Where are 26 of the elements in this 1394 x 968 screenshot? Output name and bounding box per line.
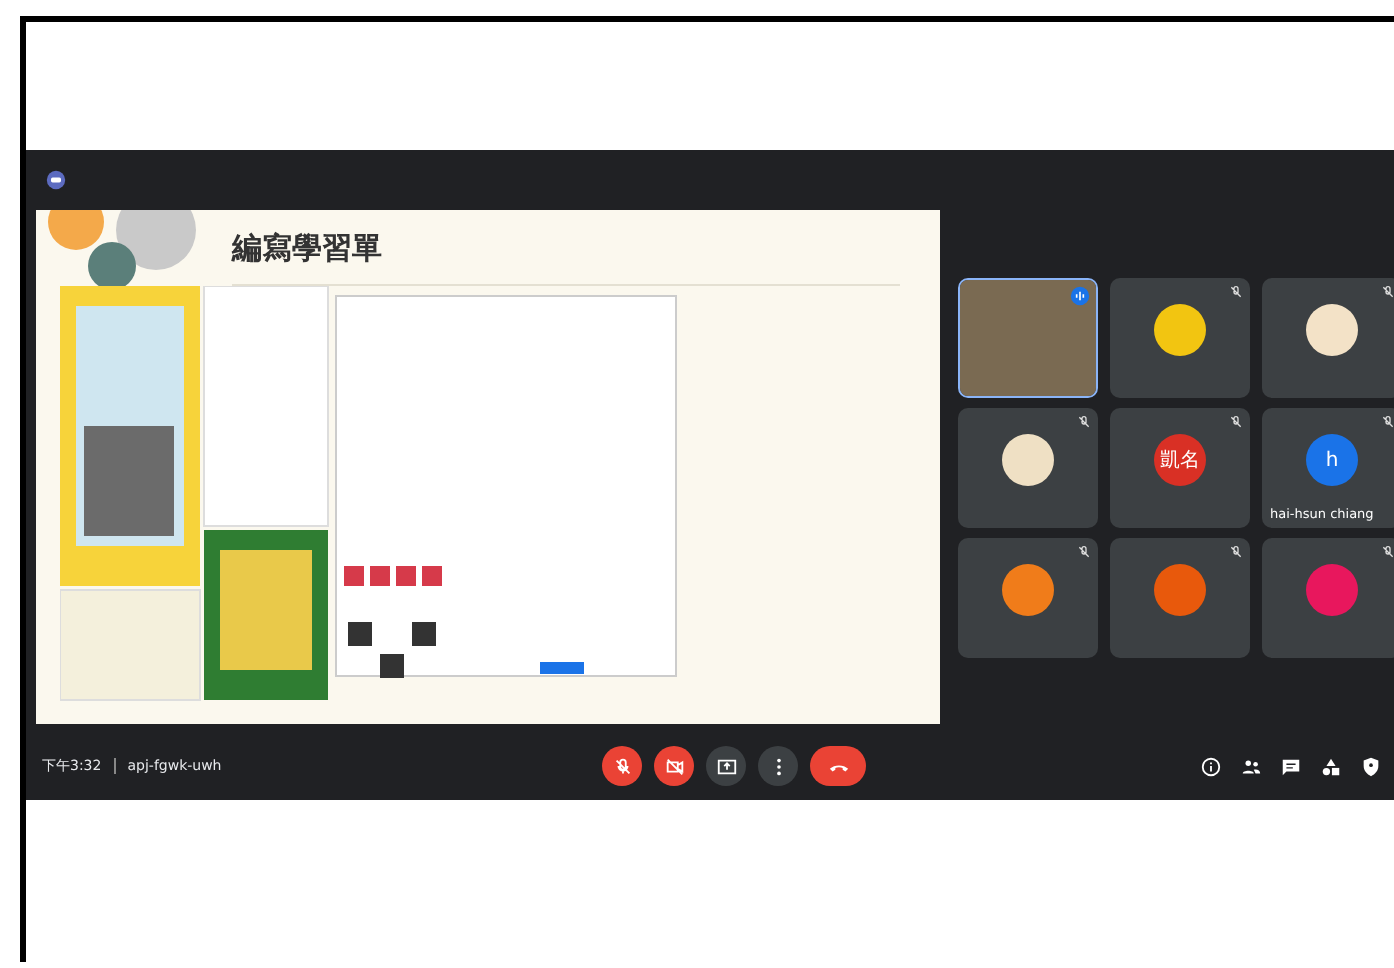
mic-off-icon — [611, 755, 633, 777]
video-placeholder — [960, 280, 1096, 396]
cam-off-icon — [663, 755, 685, 777]
avatar: 凱名 — [1154, 434, 1206, 486]
activities-icon[interactable] — [1320, 755, 1342, 777]
mic-off-button[interactable] — [602, 746, 642, 786]
people-icon[interactable] — [1240, 755, 1262, 777]
participant-tile[interactable] — [1110, 278, 1250, 398]
participant-tile[interactable] — [958, 408, 1098, 528]
participant-tile[interactable] — [1262, 278, 1394, 398]
participant-tile[interactable] — [1262, 538, 1394, 658]
present-button[interactable] — [706, 746, 746, 786]
participant-tile[interactable] — [1110, 538, 1250, 658]
presenter-icon — [46, 170, 66, 190]
shield-icon[interactable] — [1360, 755, 1382, 777]
avatar: h — [1306, 434, 1358, 486]
cam-off-button[interactable] — [654, 746, 694, 786]
more-button[interactable] — [758, 746, 798, 786]
present-icon — [715, 755, 737, 777]
participant-tile[interactable] — [958, 538, 1098, 658]
participant-tile[interactable] — [958, 278, 1098, 398]
slide-title: 編寫學習單 — [232, 230, 384, 268]
info-icon[interactable] — [1200, 755, 1222, 777]
hangup-button[interactable] — [810, 746, 866, 786]
chat-icon[interactable] — [1280, 755, 1302, 777]
participant-tile[interactable]: 凱名 — [1110, 408, 1250, 528]
